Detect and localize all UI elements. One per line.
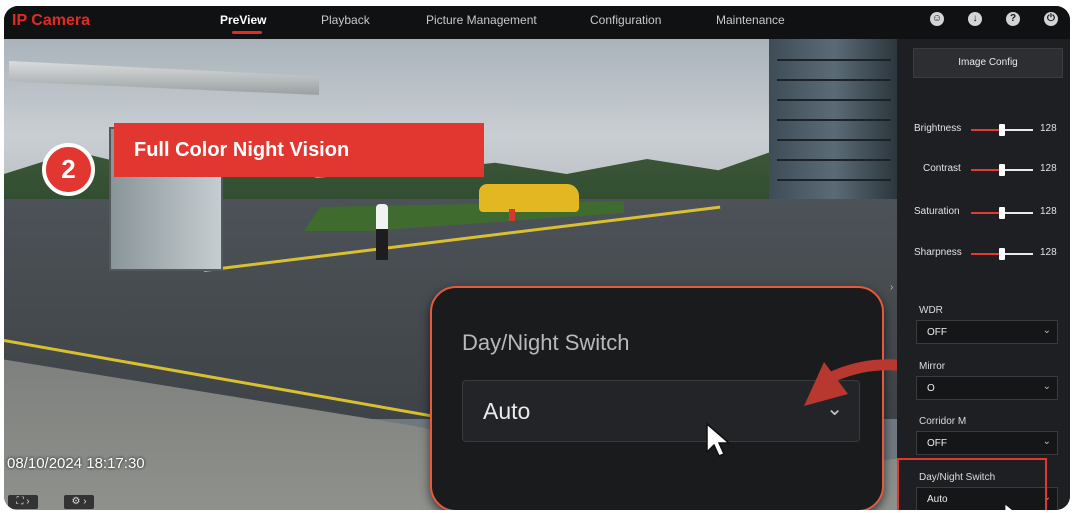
corridor-mode-select[interactable]: OFF ⌄	[916, 431, 1058, 455]
slider-label: Contrast	[923, 163, 961, 174]
wdr-select[interactable]: OFF ⌄	[916, 320, 1058, 344]
slider-fill	[971, 169, 1002, 171]
video-car	[479, 184, 579, 212]
slider-saturation: Saturation 128	[897, 206, 1070, 220]
help-icon[interactable]: ?	[1006, 12, 1020, 26]
slider-contrast: Contrast 128	[897, 163, 1070, 177]
video-person	[376, 204, 388, 260]
chevron-down-icon: ⌄	[1042, 325, 1051, 336]
mirror-value: O	[927, 383, 935, 394]
wdr-label: WDR	[919, 305, 943, 316]
mirror-label: Mirror	[919, 361, 946, 372]
fullscreen-button[interactable]: ⛶ ›	[8, 495, 38, 509]
tab-maintenance[interactable]: Maintenance	[716, 13, 785, 27]
step-badge: 2	[42, 143, 95, 196]
title-banner: Full Color Night Vision	[114, 123, 484, 177]
brand-logo: IP Camera	[12, 12, 90, 29]
collapse-handle[interactable]: ›	[890, 279, 897, 297]
slider-track[interactable]	[971, 124, 1033, 136]
video-cone	[509, 209, 515, 221]
tab-picture-management[interactable]: Picture Management	[426, 13, 537, 27]
slider-track[interactable]	[971, 248, 1033, 260]
user-icon[interactable]: ☺	[930, 12, 944, 26]
tab-preview[interactable]: PreView	[220, 13, 266, 27]
active-tab-indicator	[232, 31, 262, 34]
tab-playback[interactable]: Playback	[321, 13, 370, 27]
day-night-highlight	[897, 458, 1047, 510]
slider-fill	[971, 129, 1002, 131]
cursor-icon	[1004, 503, 1014, 510]
slider-label: Brightness	[914, 123, 962, 134]
slider-thumb[interactable]	[999, 164, 1005, 176]
mirror-select[interactable]: O ⌄	[916, 376, 1058, 400]
slider-thumb[interactable]	[999, 124, 1005, 136]
slider-fill	[971, 253, 1002, 255]
chevron-down-icon: ⌄	[1042, 381, 1051, 392]
slider-track[interactable]	[971, 164, 1033, 176]
tab-configuration[interactable]: Configuration	[590, 13, 661, 27]
slider-value: 128	[1040, 163, 1057, 174]
download-icon[interactable]: ↓	[968, 12, 982, 26]
app-window: IP Camera PreView Playback Picture Manag…	[4, 6, 1070, 510]
slider-fill	[971, 212, 1002, 214]
slider-thumb[interactable]	[999, 207, 1005, 219]
zoom-callout-label: Day/Night Switch	[462, 330, 630, 355]
title-banner-text: Full Color Night Vision	[134, 139, 350, 161]
cursor-icon	[706, 422, 731, 457]
wdr-value: OFF	[927, 327, 947, 338]
slider-brightness: Brightness 128	[897, 123, 1070, 137]
chevron-down-icon: ⌄	[1042, 436, 1051, 447]
stream-button[interactable]: ⚙ ›	[64, 495, 94, 509]
image-config-button[interactable]: Image Config	[913, 48, 1063, 78]
image-config-panel: › Image Config Brightness 128 Contrast 1…	[890, 39, 1070, 510]
corridor-mode-label: Corridor M	[919, 416, 967, 427]
video-timestamp: 08/10/2024 18:17:30	[7, 455, 145, 472]
power-icon[interactable]: ⏻	[1044, 12, 1058, 26]
zoom-callout-value: Auto	[483, 398, 531, 424]
slider-value: 128	[1040, 206, 1057, 217]
slider-label: Saturation	[914, 206, 960, 217]
slider-value: 128	[1040, 123, 1057, 134]
slider-track[interactable]	[971, 207, 1033, 219]
slider-sharpness: Sharpness 128	[897, 247, 1070, 261]
top-bar: IP Camera PreView Playback Picture Manag…	[4, 6, 1070, 39]
slider-thumb[interactable]	[999, 248, 1005, 260]
slider-label: Sharpness	[914, 247, 962, 258]
slider-value: 128	[1040, 247, 1057, 258]
corridor-mode-value: OFF	[927, 438, 947, 449]
